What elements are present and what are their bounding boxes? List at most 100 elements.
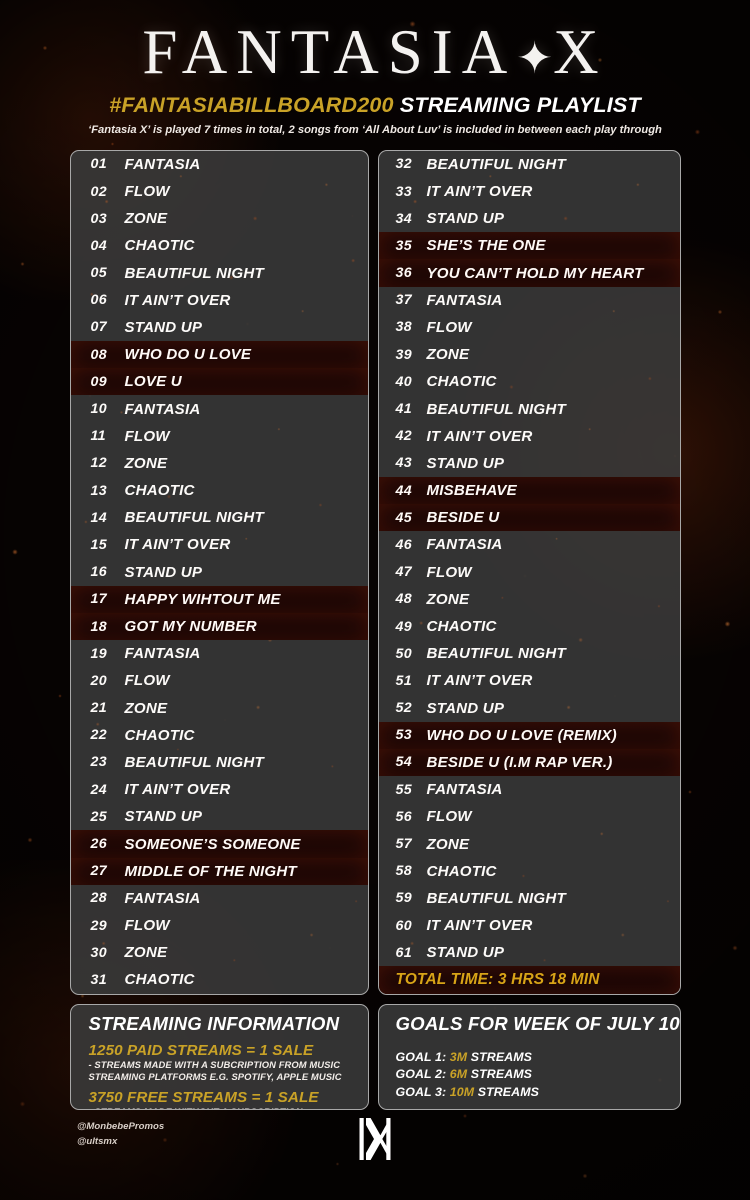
goal-amount: 6M bbox=[449, 1067, 468, 1082]
track-title: FANTASIA bbox=[426, 781, 503, 799]
track-row: 55 FANTASIA bbox=[379, 776, 680, 803]
track-row: 43 STAND UP bbox=[379, 450, 680, 477]
track-row: 48 ZONE bbox=[379, 586, 680, 613]
track-row: 20 FLOW bbox=[71, 667, 368, 694]
goals-list: GOAL 1: 3M STREAMS GOAL 2: 6M STREAMS GOAL… bbox=[396, 1049, 680, 1100]
track-number: 14 bbox=[90, 509, 107, 526]
track-title: IT AIN’T OVER bbox=[426, 183, 533, 201]
track-number: 53 bbox=[395, 727, 412, 744]
track-number: 20 bbox=[90, 672, 107, 689]
track-row: 12 ZONE bbox=[71, 450, 368, 477]
track-row: 35 SHE’S THE ONE bbox=[378, 232, 680, 260]
track-number: 31 bbox=[90, 971, 107, 988]
track-row: 36 YOU CAN’T HOLD MY HEART bbox=[378, 259, 680, 287]
track-row: 27 MIDDLE OF THE NIGHT bbox=[70, 857, 368, 885]
track-title: HAPPY WIHTOUT ME bbox=[124, 590, 281, 608]
track-number: 29 bbox=[90, 917, 107, 934]
track-number: 39 bbox=[395, 346, 412, 363]
track-row: 52 STAND UP bbox=[379, 694, 680, 721]
track-row: 17 HAPPY WIHTOUT ME bbox=[70, 585, 368, 613]
track-title: ZONE bbox=[124, 210, 168, 228]
track-number: 21 bbox=[90, 700, 107, 717]
track-row: 61 STAND UP bbox=[379, 939, 680, 966]
diamond-icon: ✦ bbox=[516, 33, 554, 83]
track-row: 22 CHAOTIC bbox=[71, 722, 368, 749]
track-row: 09 LOVE U bbox=[70, 368, 368, 396]
track-title: BEAUTIFUL NIGHT bbox=[426, 400, 566, 418]
track-title: ZONE bbox=[426, 346, 470, 364]
track-row: 30 ZONE bbox=[71, 939, 368, 966]
track-row: 28 FANTASIA bbox=[71, 885, 368, 912]
track-title: FANTASIA bbox=[426, 536, 503, 554]
track-title: ZONE bbox=[426, 835, 470, 853]
track-number: 30 bbox=[90, 944, 107, 961]
track-row: 15 IT AIN’T OVER bbox=[71, 531, 368, 558]
track-list-left: 01 FANTASIA 02 FLOW 03 ZONE 04 CHAOTIC 05 BEAUTIF… bbox=[70, 151, 368, 994]
track-title: IT AIN’T OVER bbox=[426, 672, 533, 690]
track-number: 17 bbox=[90, 591, 107, 608]
track-row: 08 WHO DO U LOVE bbox=[70, 341, 368, 369]
track-title: ZONE bbox=[124, 699, 168, 717]
total-time-label: TOTAL TIME: 3 HRS 18 MIN bbox=[395, 971, 600, 989]
goal-suffix: STREAMS bbox=[474, 1084, 540, 1099]
track-number: 48 bbox=[395, 591, 412, 608]
track-title: IT AIN’T OVER bbox=[426, 917, 533, 935]
track-row: 19 FANTASIA bbox=[71, 640, 368, 667]
track-row: 44 MISBEHAVE bbox=[378, 476, 680, 505]
track-row: 10 FANTASIA bbox=[71, 395, 368, 422]
track-row: 03 ZONE bbox=[71, 205, 368, 232]
track-title: FANTASIA bbox=[124, 155, 201, 173]
track-number: 06 bbox=[90, 292, 107, 309]
goal-item: GOAL 3: 10M STREAMS bbox=[396, 1084, 680, 1101]
goal-label: GOAL 2: bbox=[395, 1067, 450, 1082]
track-row: 07 STAND UP bbox=[71, 314, 368, 341]
track-title: LOVE U bbox=[124, 373, 182, 391]
track-title: FLOW bbox=[124, 427, 170, 445]
track-title: IT AIN’T OVER bbox=[124, 536, 231, 554]
track-row: 02 FLOW bbox=[71, 178, 368, 205]
track-title: CHAOTIC bbox=[426, 862, 497, 880]
track-number: 44 bbox=[395, 482, 412, 499]
track-number: 52 bbox=[395, 700, 412, 717]
track-row: 40 CHAOTIC bbox=[379, 368, 680, 395]
track-number: 01 bbox=[90, 156, 107, 173]
track-number: 09 bbox=[90, 373, 107, 390]
track-row: 41 BEAUTIFUL NIGHT bbox=[379, 395, 680, 422]
info-boxes: STREAMING INFORMATION 1250 PAID STREAMS … bbox=[0, 1004, 750, 1111]
track-number: 60 bbox=[395, 917, 412, 934]
track-number: 45 bbox=[395, 509, 412, 526]
track-title: STAND UP bbox=[426, 210, 505, 228]
track-title: FLOW bbox=[124, 672, 170, 690]
track-list-right: 32 BEAUTIFUL NIGHT 33 IT AIN’T OVER 34 STAND … bbox=[378, 151, 680, 967]
track-row: 04 CHAOTIC bbox=[71, 232, 368, 259]
page-title: FANTASIA✦X bbox=[0, 21, 750, 84]
subtitle-rest: STREAMING PLAYLIST bbox=[393, 92, 641, 117]
track-title: BEAUTIFUL NIGHT bbox=[426, 645, 566, 663]
track-row: 25 STAND UP bbox=[71, 803, 368, 830]
track-title: ZONE bbox=[124, 454, 168, 472]
track-number: 51 bbox=[395, 672, 412, 689]
track-row: 14 BEAUTIFUL NIGHT bbox=[71, 504, 368, 531]
track-title: BEAUTIFUL NIGHT bbox=[426, 155, 566, 173]
playlist-panel-left: 01 FANTASIA 02 FLOW 03 ZONE 04 CHAOTIC 05 BEAUTIF… bbox=[69, 149, 369, 996]
track-title: STAND UP bbox=[426, 454, 505, 472]
monsta-x-logo-icon bbox=[357, 1118, 393, 1161]
track-row: 56 FLOW bbox=[379, 803, 680, 830]
credit-handle-secondary: @ultsmx bbox=[77, 1136, 118, 1148]
track-number: 19 bbox=[90, 645, 107, 662]
track-number: 43 bbox=[395, 455, 412, 472]
track-title: MIDDLE OF THE NIGHT bbox=[124, 862, 297, 880]
track-number: 28 bbox=[90, 890, 107, 907]
free-streams-detail: - STREAMS MADE WITHOUT A SUBSCRIPTION bbox=[89, 1106, 361, 1109]
track-number: 42 bbox=[395, 428, 412, 445]
track-number: 33 bbox=[395, 183, 412, 200]
track-title: STAND UP bbox=[124, 318, 203, 336]
track-number: 11 bbox=[90, 428, 106, 445]
paid-streams-detail: - STREAMS MADE WITH A SUBCRIPTION FROM M… bbox=[88, 1059, 342, 1082]
wordmark-text: FANTASIA bbox=[142, 17, 517, 87]
track-number: 54 bbox=[395, 754, 412, 771]
track-row: 60 IT AIN’T OVER bbox=[379, 912, 680, 939]
track-row: 05 BEAUTIFUL NIGHT bbox=[71, 259, 368, 286]
track-title: IT AIN’T OVER bbox=[426, 427, 533, 445]
track-number: 04 bbox=[90, 237, 107, 254]
